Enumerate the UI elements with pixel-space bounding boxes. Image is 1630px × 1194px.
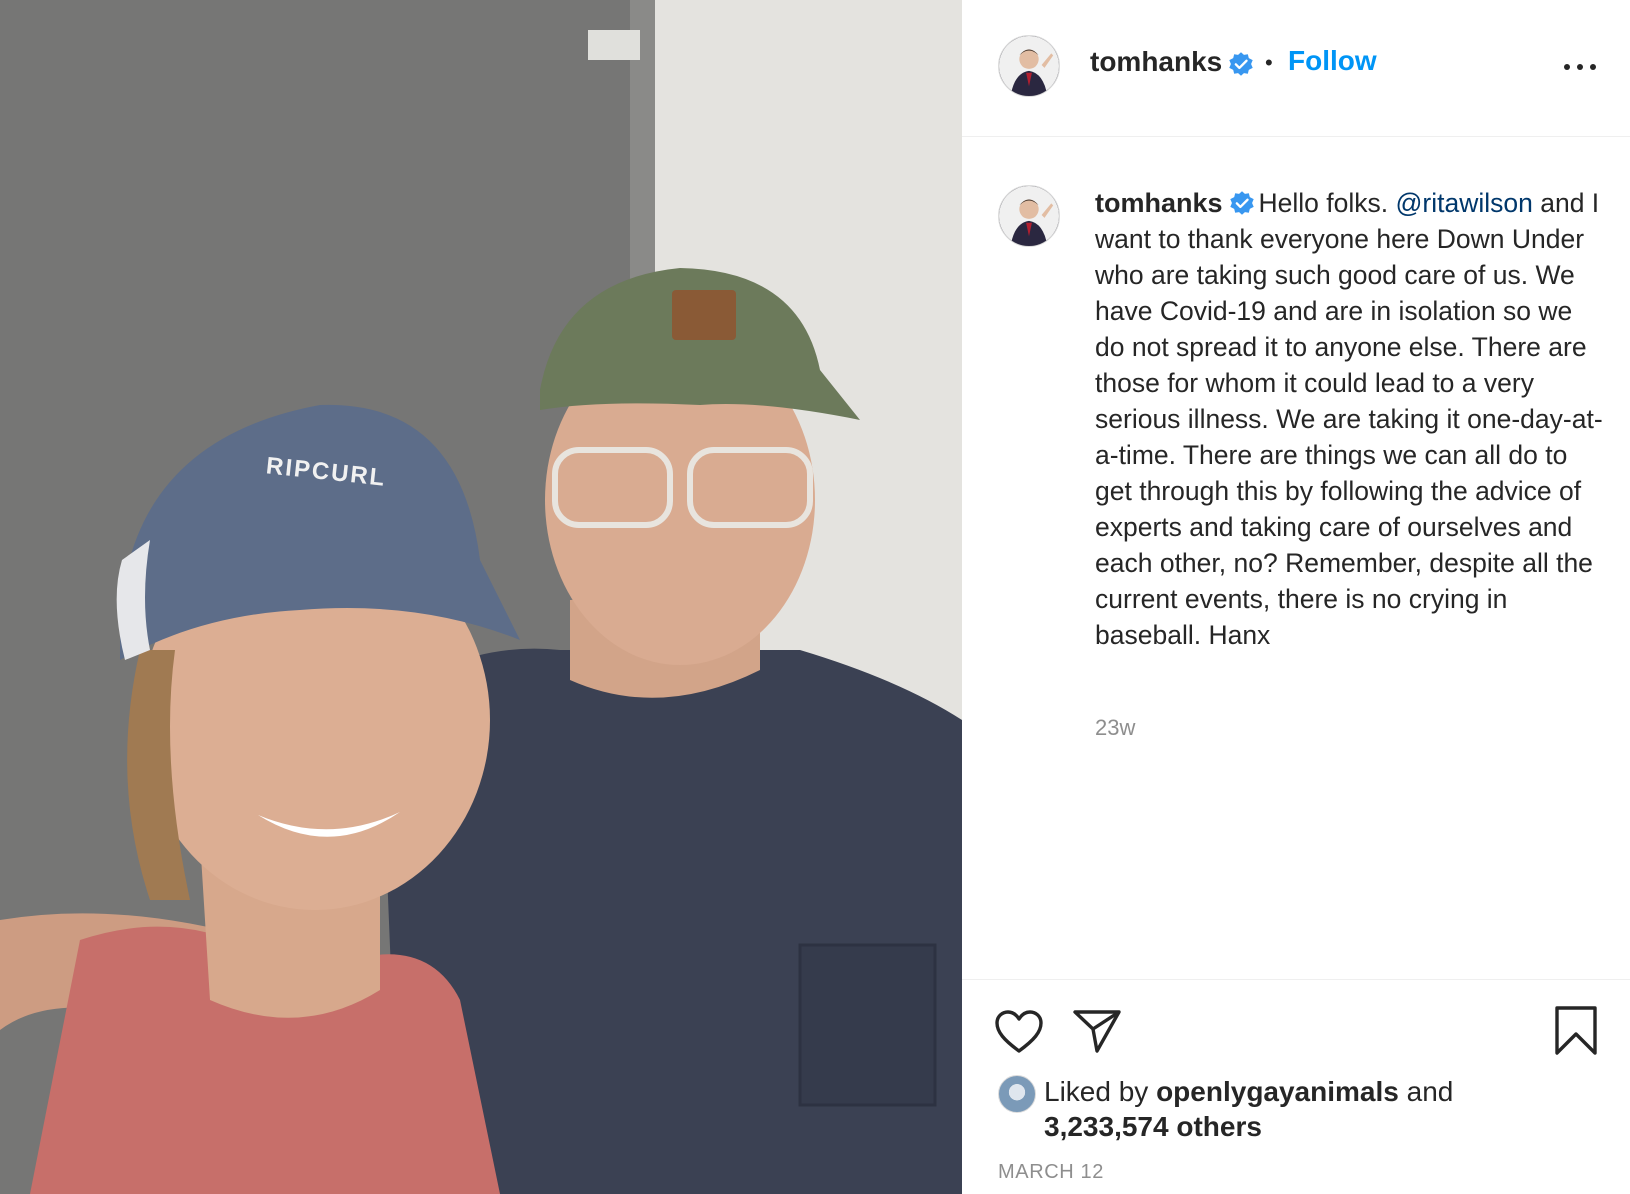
post-side-panel: tomhanks • Follow tomhanks Hello folks. @… [962, 0, 1630, 1194]
liker-username[interactable]: openlygayanimals [1156, 1076, 1399, 1107]
heart-icon[interactable] [994, 1009, 1044, 1060]
caption-body-rest: and I want to thank everyone here Down U… [1095, 188, 1603, 650]
mention-link[interactable]: @ritawilson [1396, 188, 1533, 218]
likes-count[interactable]: 3,233,574 others [1044, 1111, 1262, 1143]
post-date[interactable]: MARCH 12 [998, 1161, 1104, 1184]
paper-plane-icon[interactable] [1072, 1007, 1122, 1060]
header-separator: • [1265, 50, 1273, 75]
post-photo[interactable]: RIPCURL [0, 0, 962, 1194]
liker-avatar[interactable] [998, 1075, 1036, 1113]
verified-badge-icon [1229, 189, 1255, 215]
caption-section: tomhanks Hello folks. @ritawilson and I w… [962, 137, 1630, 979]
ellipsis-icon[interactable] [1562, 52, 1598, 80]
avatar-image [999, 36, 1059, 96]
caption-username[interactable]: tomhanks [1095, 188, 1223, 218]
liked-by-prefix: Liked by [1044, 1076, 1157, 1107]
profile-avatar[interactable] [998, 35, 1060, 97]
caption-avatar[interactable] [998, 185, 1060, 247]
liked-by-line: Liked by openlygayanimals and [1044, 1074, 1453, 1110]
post-actions: Liked by openlygayanimals and 3,233,574 … [962, 979, 1630, 1194]
bookmark-icon[interactable] [1554, 1005, 1598, 1062]
post-time-ago[interactable]: 23w [1095, 715, 1135, 741]
liked-by-suffix: and [1398, 1076, 1454, 1107]
caption-body-start: Hello folks. [1258, 188, 1396, 218]
verified-badge-icon [1228, 51, 1254, 77]
follow-button[interactable]: Follow [1288, 45, 1377, 77]
avatar-image [999, 186, 1059, 246]
header-username[interactable]: tomhanks [1090, 46, 1222, 78]
post-header: tomhanks • Follow [962, 0, 1630, 137]
selfie-illustration: RIPCURL [0, 0, 962, 1194]
caption-text: tomhanks Hello folks. @ritawilson and I w… [1095, 185, 1605, 653]
